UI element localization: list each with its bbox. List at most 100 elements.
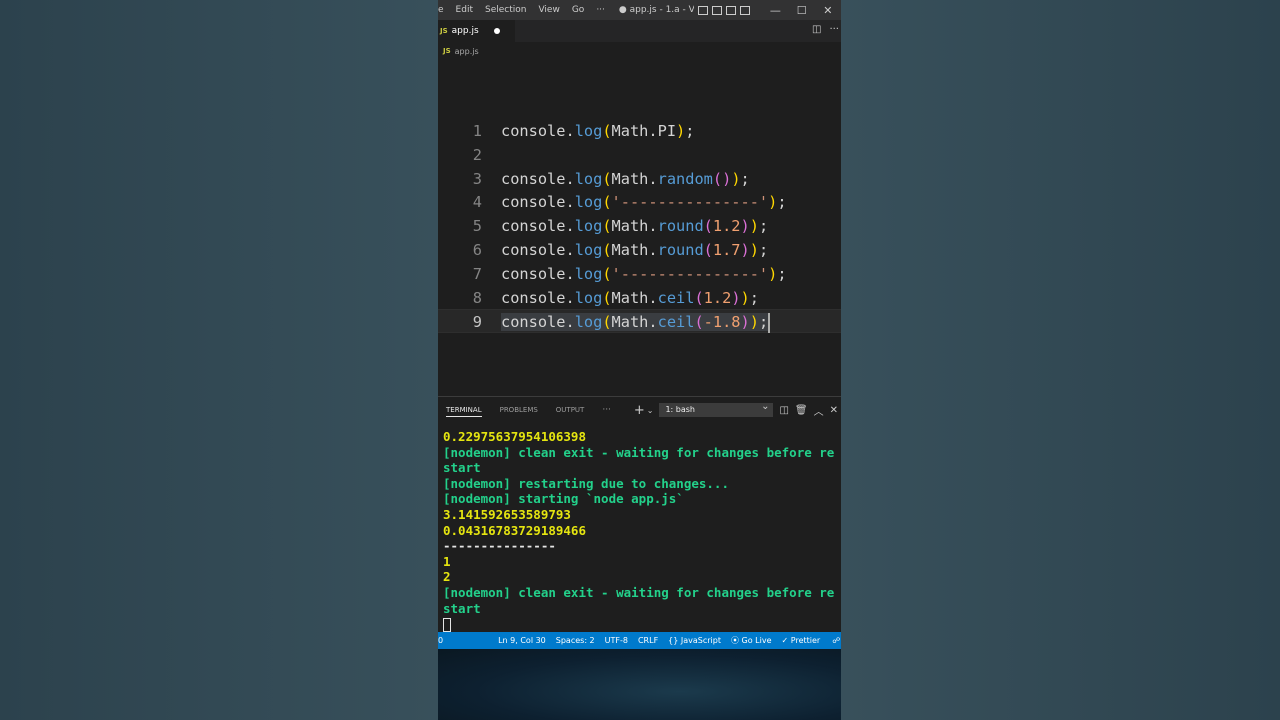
customize-layout-icon[interactable] bbox=[740, 5, 751, 15]
window-title: ● app.js - 1.a - Visual ... bbox=[618, 5, 695, 15]
menu-more[interactable]: ··· bbox=[590, 5, 611, 15]
line-code: console.log(Math.PI); bbox=[501, 122, 695, 140]
feedback-icon[interactable]: ☍ bbox=[832, 636, 840, 645]
tab-output[interactable]: OUTPUT bbox=[553, 397, 588, 423]
line-code: console.log(Math.ceil(1.2)); bbox=[501, 288, 759, 307]
new-terminal-button[interactable]: + bbox=[634, 403, 645, 418]
code-line[interactable]: 9 console.log(Math.ceil(-1.8)); bbox=[438, 309, 841, 334]
status-language[interactable]: {} JavaScript bbox=[668, 636, 721, 645]
status-go-live[interactable]: ⦿ Go Live bbox=[731, 635, 772, 646]
terminal-line: [nodemon] restarting due to changes... bbox=[443, 475, 729, 491]
editor-actions: ◫ ··· bbox=[812, 24, 839, 35]
line-number: 1 bbox=[472, 122, 482, 140]
status-prettier[interactable]: ✓ Prettier bbox=[782, 636, 821, 645]
terminal-line: [nodemon] clean exit - waiting for chang… bbox=[443, 584, 835, 600]
tab-problems[interactable]: PROBLEMS bbox=[497, 397, 541, 423]
line-number: 3 bbox=[472, 169, 482, 188]
status-position[interactable]: Ln 9, Col 30 bbox=[498, 636, 546, 645]
line-number: 6 bbox=[472, 241, 482, 259]
line-number: 2 bbox=[472, 145, 482, 164]
close-window-button[interactable]: ✕ bbox=[815, 4, 841, 17]
split-terminal-icon[interactable]: ◫ bbox=[779, 405, 788, 416]
terminal-line: --------------- bbox=[443, 538, 556, 554]
minimize-button[interactable]: — bbox=[762, 4, 788, 17]
panel-header: TERMINAL PROBLEMS OUTPUT ··· + ⌄ 1: bash… bbox=[438, 397, 841, 423]
tab-app-js[interactable]: JS app.js bbox=[438, 20, 515, 42]
terminal-line: 0.22975637954106398 bbox=[443, 429, 586, 444]
code-editor[interactable]: 1 console.log(Math.PI); 2 3 console.log(Math… bbox=[438, 60, 841, 395]
trash-icon[interactable]: 🗑 bbox=[795, 405, 808, 416]
maximize-button[interactable]: ☐ bbox=[789, 4, 815, 17]
menu-file-edge[interactable]: e bbox=[438, 5, 450, 15]
line-code: console.log(Math.round(1.7)); bbox=[501, 241, 769, 259]
layout-controls bbox=[698, 5, 751, 15]
menu-view[interactable]: View bbox=[532, 5, 565, 15]
code-line[interactable]: 5 console.log(Math.round(1.2)); bbox=[438, 214, 841, 238]
terminal-select[interactable]: 1: bash bbox=[659, 400, 774, 417]
status-spaces[interactable]: Spaces: 2 bbox=[556, 636, 595, 645]
menu-edit[interactable]: Edit bbox=[450, 5, 479, 15]
background-right bbox=[841, 0, 1280, 720]
broadcast-icon: ⦿ bbox=[731, 636, 739, 645]
title-bar: e Edit Selection View Go ··· ● app.js - … bbox=[438, 0, 841, 20]
background-bottom bbox=[438, 649, 841, 720]
status-bar: 0 Ln 9, Col 30 Spaces: 2 UTF-8 CRLF {} J… bbox=[438, 632, 841, 649]
status-encoding[interactable]: UTF-8 bbox=[605, 636, 628, 645]
chevron-up-icon[interactable]: ︿ bbox=[814, 403, 824, 418]
code-line[interactable]: 4 console.log('---------------'); bbox=[438, 190, 841, 214]
tab-label: app.js bbox=[451, 26, 479, 36]
breadcrumb-file[interactable]: app.js bbox=[455, 47, 479, 56]
terminal-line: [nodemon] clean exit - waiting for chang… bbox=[443, 444, 835, 460]
menu-go[interactable]: Go bbox=[566, 5, 590, 15]
terminal-line: 3.141592653589793 bbox=[443, 506, 571, 522]
terminal-cursor bbox=[443, 616, 834, 632]
panel-controls: + ⌄ 1: bash ◫ 🗑 ︿ ✕ bbox=[634, 397, 841, 423]
line-number: 4 bbox=[472, 193, 482, 212]
toggle-sidebar-icon[interactable] bbox=[698, 5, 709, 15]
line-code: console.log(Math.random()); bbox=[501, 169, 750, 188]
line-number: 7 bbox=[472, 264, 482, 283]
vscode-window: e Edit Selection View Go ··· ● app.js - … bbox=[438, 0, 841, 720]
text-cursor bbox=[768, 312, 771, 333]
more-actions-icon[interactable]: ··· bbox=[829, 24, 839, 35]
terminal-line: 2 bbox=[443, 569, 451, 585]
code-line[interactable]: 7 console.log('---------------'); bbox=[438, 262, 841, 286]
close-panel-icon[interactable]: ✕ bbox=[830, 405, 838, 416]
code-line[interactable]: 8 console.log(Math.ceil(1.2)); bbox=[438, 286, 841, 310]
line-number: 8 bbox=[472, 288, 482, 307]
terminal-line: 0.04316783729189466 bbox=[443, 522, 586, 538]
code-line[interactable]: 2 bbox=[438, 143, 841, 167]
js-file-icon: JS bbox=[443, 47, 451, 55]
status-eol[interactable]: CRLF bbox=[638, 636, 658, 645]
code-line[interactable]: 3 console.log(Math.random()); bbox=[438, 167, 841, 191]
line-number: 5 bbox=[472, 217, 482, 236]
terminal-output[interactable]: 0.22975637954106398 [nodemon] clean exit … bbox=[443, 429, 834, 632]
toggle-secondary-sidebar-icon[interactable] bbox=[726, 5, 737, 15]
split-editor-icon[interactable]: ◫ bbox=[812, 24, 821, 35]
tab-terminal-label: TERMINAL bbox=[446, 406, 482, 417]
tab-terminal[interactable]: TERMINAL bbox=[443, 397, 485, 423]
line-code: console.log(Math.round(1.2)); bbox=[501, 217, 769, 236]
line-code: console.log(Math.ceil(-1.8)); bbox=[501, 312, 771, 333]
terminal-line: start bbox=[443, 600, 481, 616]
terminal-line: [nodemon] starting `node app.js` bbox=[443, 491, 684, 507]
chevron-down-icon[interactable]: ⌄ bbox=[647, 406, 654, 415]
menu-selection[interactable]: Selection bbox=[479, 5, 532, 15]
tab-bar: JS app.js ◫ ··· bbox=[438, 20, 841, 42]
code-line[interactable]: 1 console.log(Math.PI); bbox=[438, 119, 841, 143]
go-live-label: Go Live bbox=[741, 636, 772, 645]
js-file-icon: JS bbox=[440, 27, 448, 35]
toggle-panel-icon[interactable] bbox=[712, 5, 723, 15]
background-left bbox=[0, 0, 438, 720]
line-number: 9 bbox=[472, 313, 482, 332]
terminal-line: start bbox=[443, 460, 481, 476]
terminal-line: 1 bbox=[443, 553, 451, 569]
line-code: console.log('---------------'); bbox=[501, 264, 787, 283]
panel-more-button[interactable]: ··· bbox=[599, 397, 614, 423]
code-line[interactable]: 6 console.log(Math.round(1.7)); bbox=[438, 238, 841, 262]
unsaved-dot-icon[interactable] bbox=[494, 28, 500, 34]
status-errors[interactable]: 0 bbox=[438, 636, 443, 645]
breadcrumb: JS app.js bbox=[438, 42, 841, 60]
line-code: console.log('---------------'); bbox=[501, 193, 787, 212]
terminal-panel: TERMINAL PROBLEMS OUTPUT ··· + ⌄ 1: bash… bbox=[438, 396, 841, 632]
